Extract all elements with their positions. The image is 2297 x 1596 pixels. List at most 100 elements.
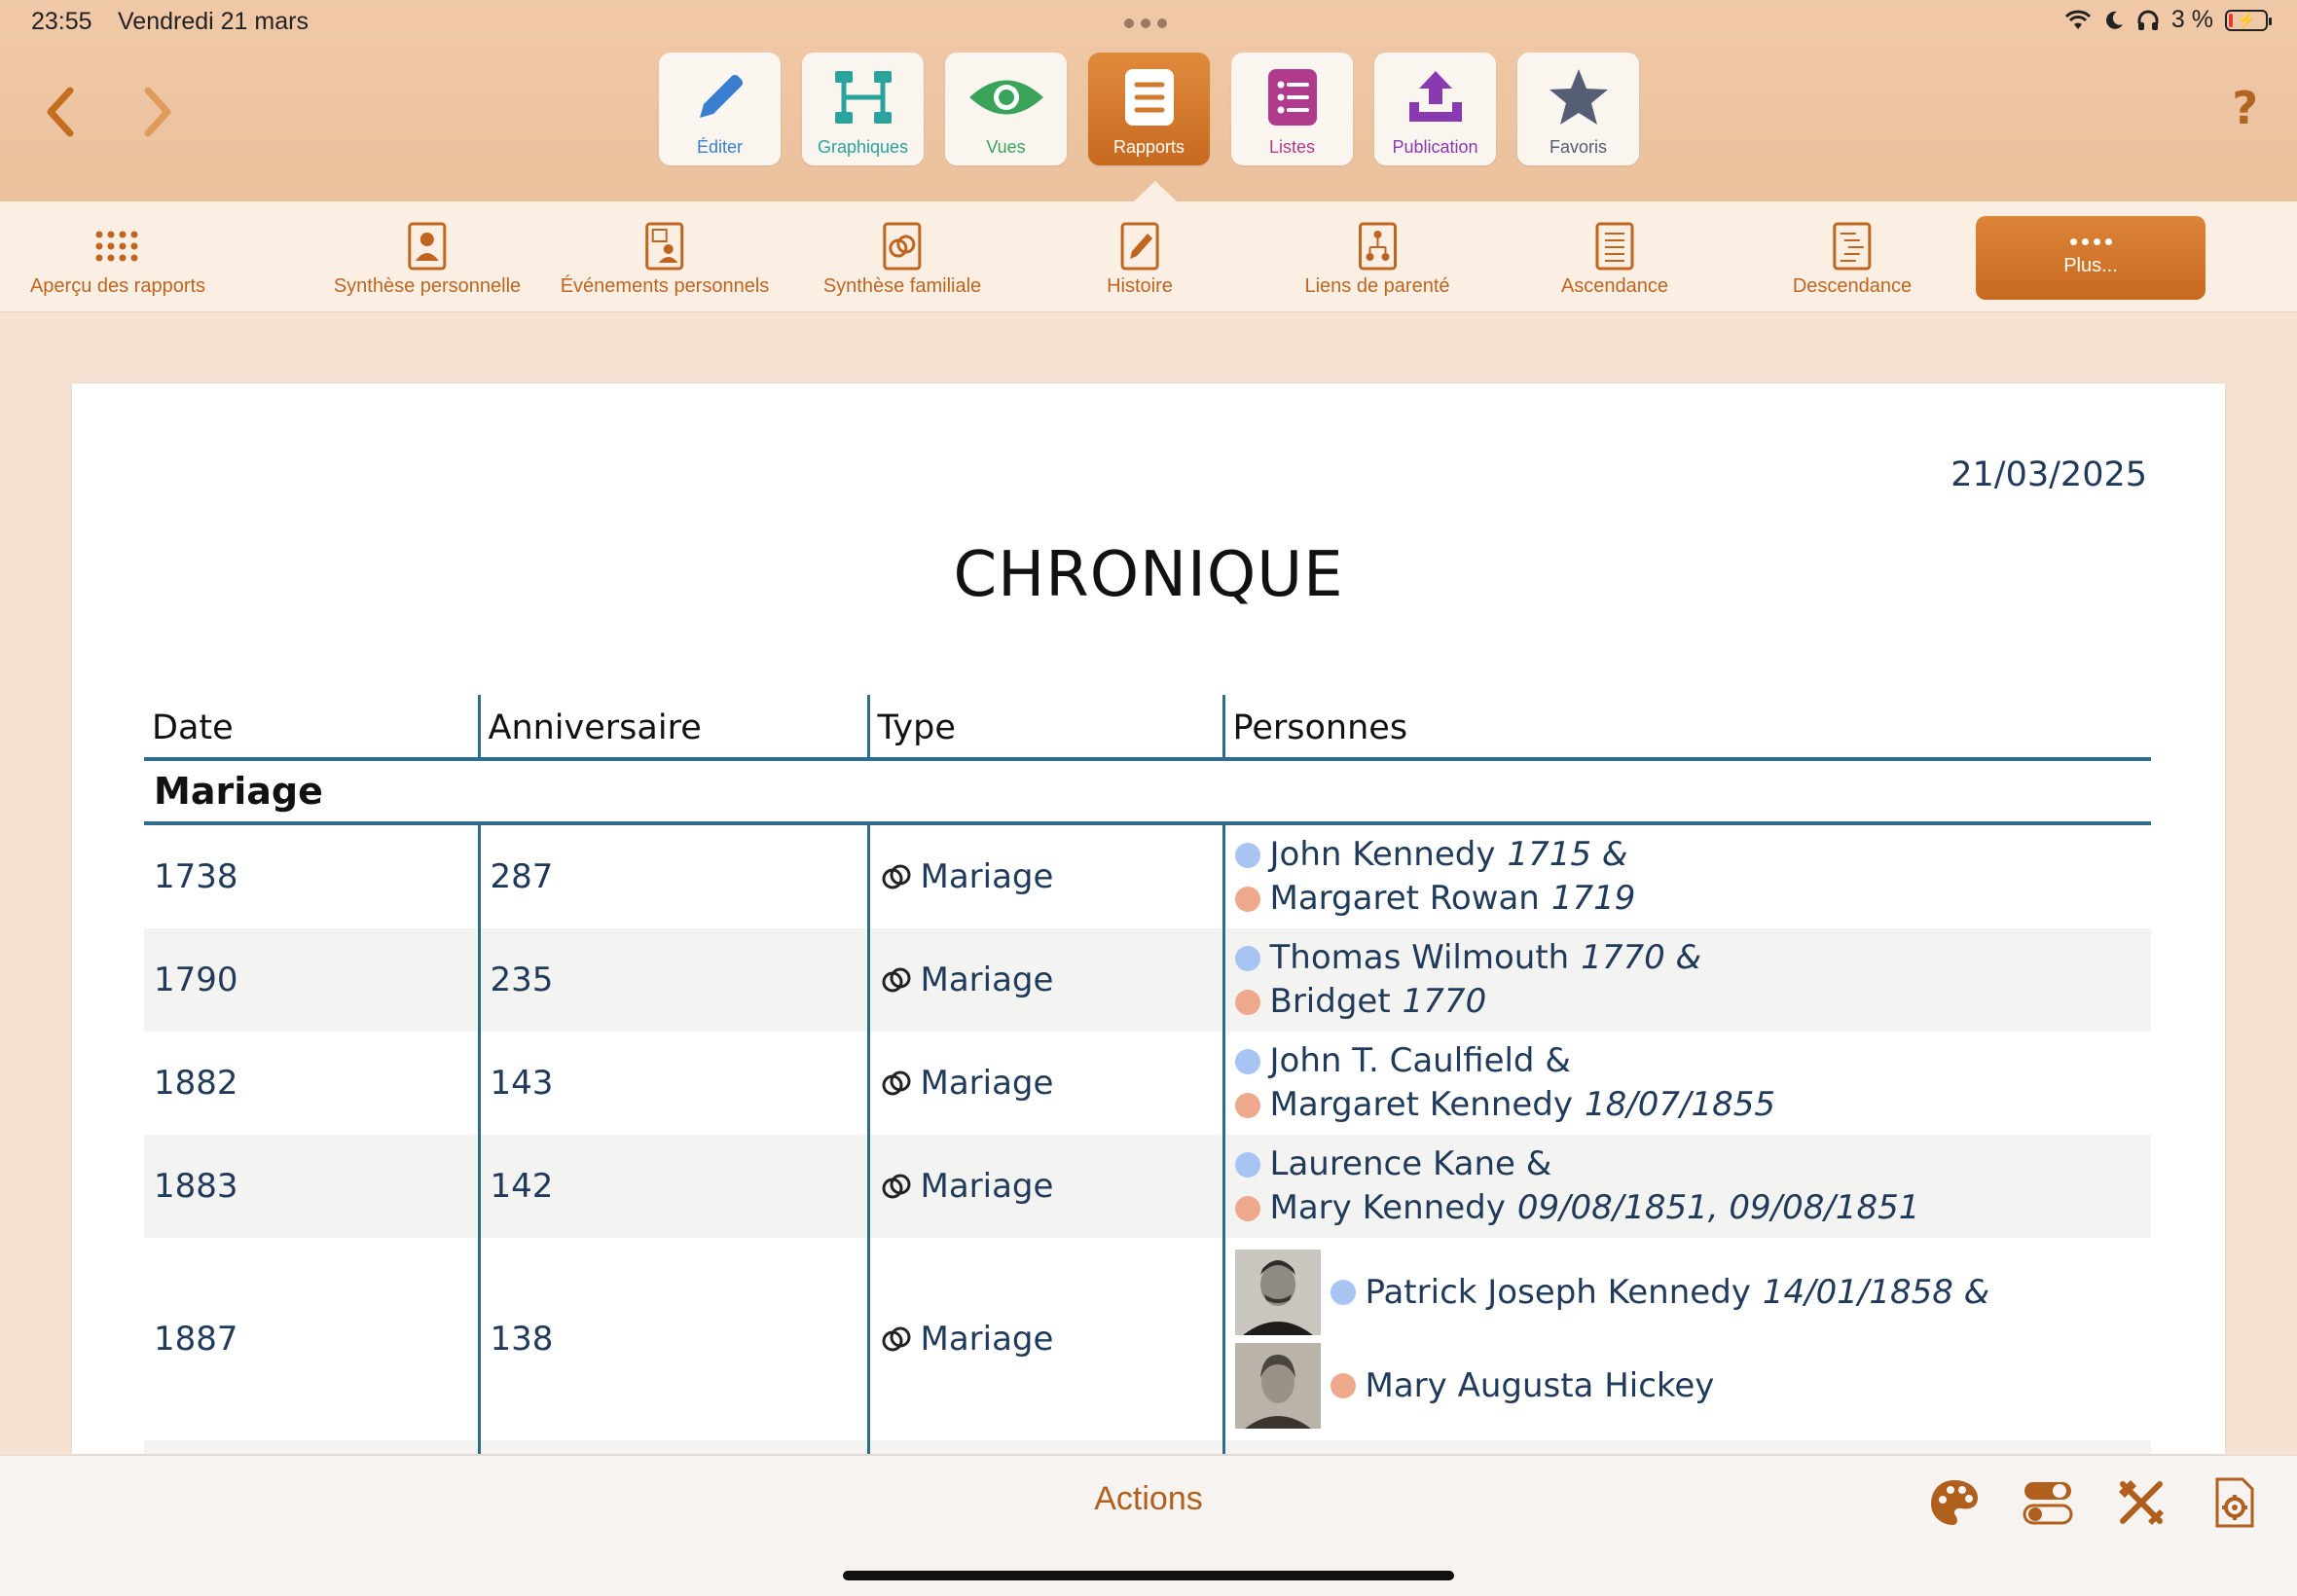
upload-icon [1408, 71, 1462, 122]
male-dot-icon [1330, 1280, 1356, 1305]
person-entry[interactable]: John T. Caulfield & [1234, 1039, 2142, 1083]
report-type-label: Événements personnels [560, 275, 770, 297]
date-cell: 1887 [154, 1320, 238, 1359]
table-header: Date Anniversaire Type Personnes [144, 695, 2151, 761]
type-cell: Mariage [866, 823, 1223, 928]
male-dot-icon [1234, 945, 1260, 971]
tab-label: Éditer [696, 137, 744, 157]
report-person-events[interactable]: Événements personnels [560, 221, 770, 298]
person-name: Mary Augusta Hickey [1365, 1365, 1715, 1405]
persons-cell: John T. Caulfield & Margaret Kennedy 18/0… [1221, 1032, 2151, 1135]
calendar-person-icon [645, 222, 684, 271]
toggles-icon [2023, 1482, 2073, 1525]
tools-button[interactable] [2114, 1475, 2169, 1530]
table-row[interactable]: 1882 143 Mariage John T. Caulfield & Mar… [144, 1032, 2151, 1135]
tab-label: Graphiques [817, 137, 909, 157]
person-entry[interactable]: Mary Kennedy 09/08/1851, 09/08/1851 [1234, 1186, 2142, 1230]
report-relationship[interactable]: Liens de parenté [1304, 221, 1450, 298]
report-overview[interactable]: Aperçu des rapports [30, 221, 205, 298]
table-row[interactable]: 1887 138 Mariage Patrick Joseph Kennedy 1… [144, 1238, 2151, 1440]
type-label: Mariage [920, 961, 1054, 999]
report-date: 21/03/2025 [1951, 455, 2147, 494]
home-indicator[interactable] [843, 1571, 1454, 1580]
more-dots-icon [2069, 238, 2112, 245]
type-label: Mariage [920, 1320, 1054, 1359]
forward-arrow-icon[interactable] [138, 83, 177, 141]
person-entry[interactable]: Bridget 1770 [1234, 980, 2142, 1024]
female-dot-icon [1330, 1373, 1356, 1398]
column-header-type: Type [866, 695, 1223, 761]
report-ancestry[interactable]: Ascendance [1561, 221, 1668, 298]
tab-graphiques[interactable]: Graphiques [802, 53, 924, 165]
eye-icon [968, 80, 1043, 115]
person-name: Margaret Kennedy [1269, 1085, 1574, 1124]
chart-tree-icon [834, 71, 892, 124]
group-header: Mariage [144, 759, 2151, 825]
type-label: Mariage [920, 1064, 1054, 1103]
report-family-summary[interactable]: Synthèse familiale [823, 221, 981, 298]
person-name: Bridget [1269, 982, 1391, 1021]
person-entry[interactable]: John Kennedy 1715 & [1234, 833, 2142, 877]
report-story[interactable]: Histoire [1107, 221, 1173, 298]
date-cell: 1790 [144, 928, 479, 1032]
document-settings-button[interactable] [2207, 1475, 2262, 1530]
persons-cell: John Kennedy 1715 & Margaret Rowan 1719 [1221, 823, 2151, 928]
column-header-anniversary: Anniversaire [477, 695, 868, 761]
multitasking-grabber[interactable] [1124, 18, 1167, 28]
person-entry[interactable]: Margaret Rowan 1719 [1234, 877, 2142, 921]
pencil-icon [699, 75, 743, 118]
battery-icon: ⚡ [2225, 9, 2272, 31]
tab-label: Listes [1268, 137, 1316, 157]
person-entry[interactable]: Patrick Joseph Kennedy 14/01/1858 & [1234, 1250, 2142, 1335]
palette-button[interactable] [1927, 1475, 1982, 1530]
report-types-bar: Aperçu des rapports Synthèse personnelle… [0, 201, 2297, 312]
table-row[interactable]: 1738 287 Mariage John Kennedy 1715 & Marg… [144, 823, 2151, 928]
wifi-icon [2064, 10, 2091, 29]
more-reports-label: Plus... [2063, 255, 2118, 276]
report-descendancy[interactable]: Descendance [1793, 221, 1912, 298]
male-dot-icon [1234, 1151, 1260, 1178]
tab-label: Publication [1392, 137, 1478, 157]
tab-editer[interactable]: Éditer [659, 53, 781, 165]
tab-rapports[interactable]: Rapports [1088, 53, 1210, 165]
person-extra: 14/01/1858 & [1762, 1272, 1990, 1312]
person-entry[interactable]: Thomas Wilmouth 1770 & [1234, 936, 2142, 980]
main-tabs: Éditer Graphiques Vues Rapports Listes P… [659, 53, 1639, 165]
report-type-label: Descendance [1792, 275, 1913, 297]
rings-icon [882, 864, 910, 889]
rings-icon [882, 967, 910, 993]
tab-listes[interactable]: Listes [1231, 53, 1353, 165]
type-cell: Mariage [866, 1238, 1223, 1440]
tab-label: Rapports [1112, 137, 1185, 157]
options-button[interactable] [2021, 1475, 2075, 1530]
table-row[interactable]: 1883 142 Mariage Laurence Kane & Mary Ke… [144, 1135, 2151, 1238]
person-name: Mary Kennedy [1269, 1188, 1506, 1227]
report-type-label: Histoire [1107, 275, 1173, 297]
table-row[interactable] [144, 1440, 2151, 1454]
person-photo[interactable] [1234, 1250, 1321, 1335]
help-button[interactable]: ? [2232, 82, 2258, 134]
tab-vues[interactable]: Vues [945, 53, 1067, 165]
table-row[interactable]: 1790 235 Mariage Thomas Wilmouth 1770 & B… [144, 928, 2151, 1032]
report-person-summary[interactable]: Synthèse personnelle [334, 221, 521, 298]
person-extra: 18/07/1855 [1585, 1085, 1775, 1124]
status-time: 23:55 [31, 8, 92, 35]
back-arrow-icon[interactable] [41, 83, 80, 141]
type-cell: Mariage [866, 928, 1223, 1032]
tab-publication[interactable]: Publication [1374, 53, 1496, 165]
top-bar: 23:55 Vendredi 21 mars 3 % ⚡ Éditer Grap… [0, 0, 2297, 201]
person-entry[interactable]: Margaret Kennedy 18/07/1855 [1234, 1083, 2142, 1127]
person-entry[interactable]: Mary Augusta Hickey [1234, 1343, 2142, 1429]
tab-favoris[interactable]: Favoris [1517, 53, 1639, 165]
report-type-label: Ascendance [1560, 275, 1669, 297]
male-dot-icon [1234, 842, 1260, 868]
palette-icon [1931, 1480, 1978, 1525]
female-dot-icon [1234, 989, 1260, 1015]
tools-icon [2119, 1480, 2164, 1525]
more-reports-button[interactable]: Plus... [1976, 216, 2206, 300]
person-entry[interactable]: Laurence Kane & [1234, 1143, 2142, 1186]
rings-icon [882, 1070, 910, 1096]
person-photo[interactable] [1234, 1343, 1321, 1429]
ancestry-document-icon [1595, 222, 1634, 271]
person-name: Laurence Kane & [1269, 1144, 1552, 1183]
